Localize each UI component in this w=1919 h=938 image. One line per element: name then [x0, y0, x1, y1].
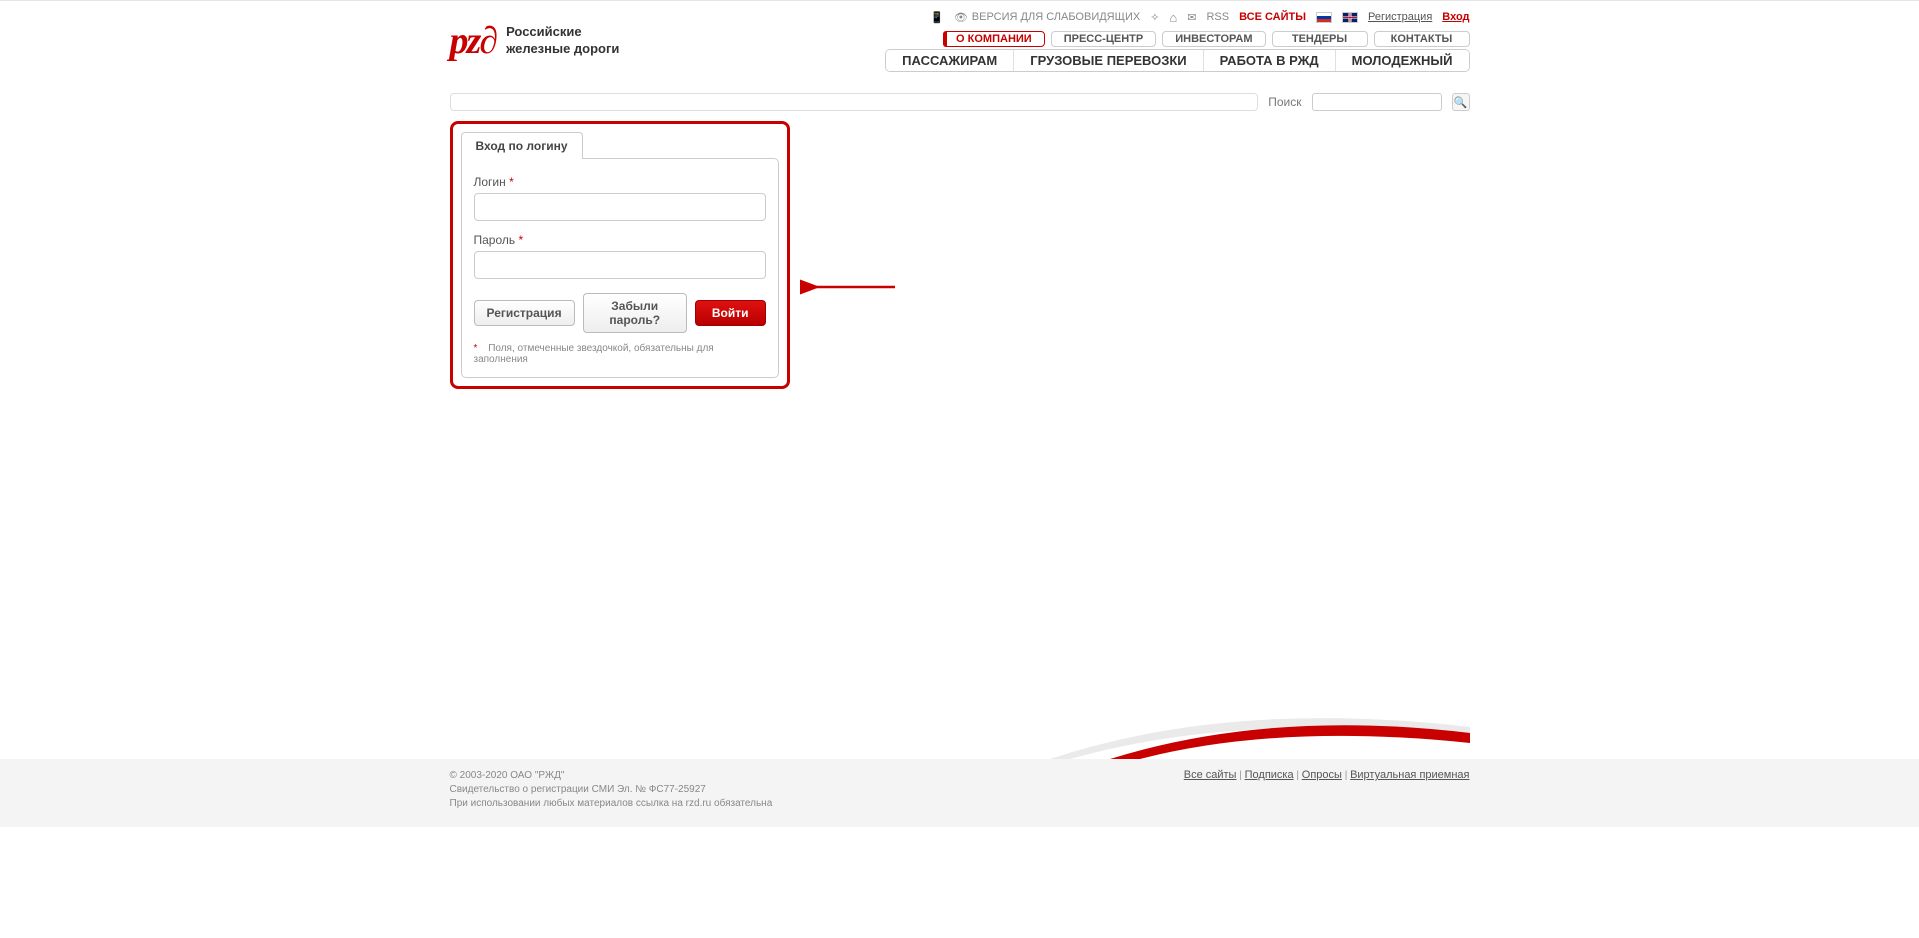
search-icon: 🔍: [1454, 96, 1468, 109]
search-button[interactable]: 🔍: [1452, 93, 1470, 111]
footer-link-virtual[interactable]: Виртуальная приемная: [1350, 769, 1469, 781]
mail-icon[interactable]: [1187, 11, 1196, 24]
accessibility-link[interactable]: ВЕРСИЯ ДЛЯ СЛАБОВИДЯЩИХ: [954, 11, 1140, 24]
nav-about[interactable]: О КОМПАНИИ: [943, 31, 1045, 47]
footer-link-polls[interactable]: Опросы: [1302, 769, 1342, 781]
footer-link-all-sites[interactable]: Все сайты: [1184, 769, 1237, 781]
login-label: Логин *: [474, 175, 514, 189]
rss-link[interactable]: RSS: [1206, 11, 1229, 23]
breadcrumb-bar: [450, 93, 1259, 111]
register-button[interactable]: Регистрация: [474, 300, 575, 326]
required-note: * Поля, отмеченные звездочкой, обязатель…: [474, 343, 766, 365]
required-mark-icon: *: [509, 175, 514, 189]
nav-investors[interactable]: ИНВЕСТОРАМ: [1162, 31, 1265, 47]
annotation-arrow-icon: [810, 277, 900, 300]
login-panel: Вход по логину Логин * Пароль *: [450, 121, 790, 389]
logo-icon: pz∂: [450, 19, 497, 63]
login-input[interactable]: [474, 193, 766, 221]
required-mark-icon: *: [518, 233, 523, 247]
password-label: Пароль *: [474, 233, 524, 247]
nav-tenders[interactable]: ТЕНДЕРЫ: [1272, 31, 1368, 47]
home-icon[interactable]: [1169, 10, 1177, 25]
flag-en-icon[interactable]: [1342, 12, 1358, 23]
search-input[interactable]: [1312, 93, 1442, 111]
forgot-password-button[interactable]: Забыли пароль?: [583, 293, 687, 333]
submit-login-button[interactable]: Войти: [695, 300, 766, 326]
nav-cargo[interactable]: ГРУЗОВЫЕ ПЕРЕВОЗКИ: [1013, 50, 1202, 71]
search-label: Поиск: [1268, 95, 1301, 109]
accessibility-label: ВЕРСИЯ ДЛЯ СЛАБОВИДЯЩИХ: [972, 11, 1140, 23]
nav-youth[interactable]: МОЛОДЕЖНЫЙ: [1335, 50, 1469, 71]
flag-ru-icon[interactable]: [1316, 12, 1332, 23]
register-top-link[interactable]: Регистрация: [1368, 11, 1432, 23]
nav-press[interactable]: ПРЕСС-ЦЕНТР: [1051, 31, 1157, 47]
nav-passengers[interactable]: ПАССАЖИРАМ: [886, 50, 1013, 71]
all-sites-link[interactable]: ВСЕ САЙТЫ: [1239, 11, 1306, 23]
login-top-link[interactable]: Вход: [1442, 11, 1469, 23]
logo-block[interactable]: pz∂ Российские железные дороги: [450, 19, 620, 63]
nav-contacts[interactable]: КОНТАКТЫ: [1374, 31, 1470, 47]
nav-careers[interactable]: РАБОТА В РЖД: [1203, 50, 1335, 71]
footer-decoration: [450, 669, 1470, 759]
eye-icon: [954, 11, 968, 24]
footer-link-subscribe[interactable]: Подписка: [1245, 769, 1294, 781]
login-tab[interactable]: Вход по логину: [461, 132, 583, 159]
mobile-icon[interactable]: [930, 11, 944, 24]
password-input[interactable]: [474, 251, 766, 279]
logo-text: Российские железные дороги: [506, 24, 619, 58]
expand-icon[interactable]: [1150, 11, 1159, 24]
footer-legal: © 2003-2020 ОАО "РЖД" Свидетельство о ре…: [450, 769, 773, 811]
